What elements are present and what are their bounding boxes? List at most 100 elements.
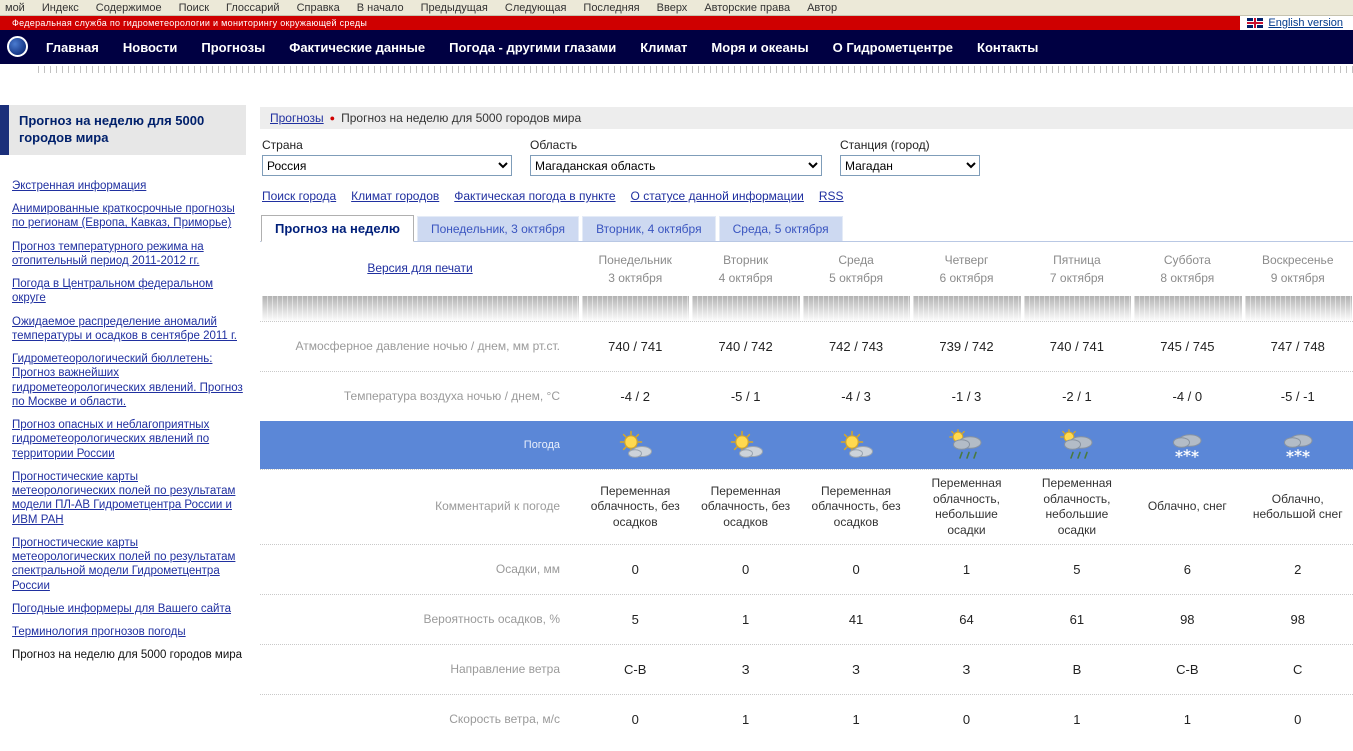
region-filter: Область Магаданская область [530, 138, 822, 176]
precip_probability-value: 5 [580, 595, 690, 644]
tab-day-3[interactable]: Среда, 5 октября [719, 216, 843, 241]
precip_probability-value: 98 [1132, 595, 1242, 644]
nav-item[interactable]: Климат [640, 40, 687, 55]
breadcrumb-bullet: ● [330, 114, 335, 123]
row-label-precipitation: Осадки, мм [260, 545, 580, 594]
sidebar-link[interactable]: Гидрометеорологический бюллетень: Прогно… [12, 352, 244, 409]
wind_speed-value: 1 [690, 695, 800, 744]
quick-link[interactable]: О статусе данной информации [631, 189, 804, 203]
tab-day-1[interactable]: Понедельник, 3 октября [417, 216, 579, 241]
gradient-segment [260, 296, 580, 321]
forecast-table-body: Атмосферное давление ночью / днем, мм рт… [260, 321, 1353, 744]
nav-item[interactable]: Фактические данные [289, 40, 425, 55]
nav-item[interactable]: Контакты [977, 40, 1038, 55]
snow-icon [1132, 421, 1242, 469]
sidebar-link[interactable]: Прогноз температурного режима на отопите… [12, 240, 244, 269]
ruler-strip [38, 64, 1353, 75]
toolbar-item[interactable]: Поиск [179, 2, 209, 14]
precip_probability-value: 64 [911, 595, 1021, 644]
print-version-link[interactable]: Версия для печати [367, 261, 472, 277]
toolbar-item[interactable]: Предыдущая [421, 2, 488, 14]
day-name: Четверг [945, 253, 989, 267]
breadcrumb-parent-link[interactable]: Прогнозы [270, 111, 324, 125]
pressure-value: 740 / 741 [580, 322, 690, 371]
day-name: Суббота [1164, 253, 1211, 267]
toolbar-item[interactable]: В начало [357, 2, 404, 14]
toolbar-item[interactable]: мой [5, 2, 25, 14]
sidebar-link[interactable]: Погодные информеры для Вашего сайта [12, 602, 244, 616]
row-label-pressure: Атмосферное давление ночью / днем, мм рт… [260, 322, 580, 371]
day-name: Вторник [723, 253, 768, 267]
toolbar-item[interactable]: Следующая [505, 2, 567, 14]
toolbar-item[interactable]: Индекс [42, 2, 79, 14]
region-select[interactable]: Магаданская область [530, 155, 822, 176]
page-body: Прогноз на неделю для 5000 городов мира … [0, 75, 1353, 751]
precip_probability-value: 61 [1022, 595, 1132, 644]
sidebar-current-item: Прогноз на неделю для 5000 городов мира [12, 648, 244, 662]
uk-flag-icon [1247, 18, 1263, 28]
country-select[interactable]: Россия [262, 155, 512, 176]
day-date: 6 октября [939, 271, 993, 285]
table-gradient-row [260, 296, 1353, 321]
sidebar-link[interactable]: Анимированные краткосрочные прогнозы по … [12, 202, 244, 231]
temperature-value: -5 / 1 [690, 372, 800, 421]
forecast-row-precip_probability: Вероятность осадков, %514164619898 [260, 594, 1353, 644]
station-select[interactable]: Магадан [840, 155, 980, 176]
comment-value: Переменная облачность, небольшие осадки [1022, 470, 1132, 544]
quick-link[interactable]: RSS [819, 189, 844, 203]
toolbar-item[interactable]: Глоссарий [226, 2, 280, 14]
tab-week-forecast[interactable]: Прогноз на неделю [261, 215, 414, 242]
english-version-link[interactable]: English version [1268, 17, 1343, 29]
sidebar-link[interactable]: Прогноз опасных и неблагоприятных гидром… [12, 418, 244, 461]
nav-item[interactable]: Главная [46, 40, 99, 55]
comment-value: Облачно, снег [1132, 470, 1242, 544]
forecast-table: Версия для печати Понедельник3 октябряВт… [260, 242, 1353, 744]
nav-item[interactable]: Моря и океаны [711, 40, 808, 55]
table-header-row: Версия для печати Понедельник3 октябряВт… [260, 242, 1353, 296]
row-label-temperature: Температура воздуха ночью / днем, °С [260, 372, 580, 421]
gradient-segment [801, 296, 911, 321]
comment-value: Облачно, небольшой снег [1243, 470, 1353, 544]
hydromet-logo-icon [7, 36, 28, 57]
agency-title: Федеральная служба по гидрометеорологии … [12, 18, 367, 28]
quick-link[interactable]: Фактическая погода в пункте [454, 189, 615, 203]
sidebar-link[interactable]: Прогностические карты метеорологических … [12, 536, 244, 593]
pressure-value: 747 / 748 [1243, 322, 1353, 371]
precipitation-value: 5 [1022, 545, 1132, 594]
nav-item[interactable]: Погода - другими глазами [449, 40, 616, 55]
nav-item[interactable]: О Гидрометцентре [833, 40, 953, 55]
sidebar-link[interactable]: Прогностические карты метеорологических … [12, 470, 244, 527]
sidebar-link[interactable]: Терминология прогнозов погоды [12, 625, 244, 639]
toolbar-item[interactable]: Автор [807, 2, 837, 14]
toolbar-item[interactable]: Последняя [583, 2, 639, 14]
quick-links: Поиск города Климат городов Фактическая по… [260, 178, 1353, 215]
toolbar-item[interactable]: Вверх [657, 2, 688, 14]
quick-link[interactable]: Поиск города [262, 189, 336, 203]
main-nav: Главная Новости Прогнозы Фактические данные… [0, 30, 1353, 64]
partly-cloudy-icon [580, 421, 690, 469]
wind_direction-value: С-В [1132, 645, 1242, 694]
quick-link[interactable]: Климат городов [351, 189, 439, 203]
breadcrumb: Прогнозы ● Прогноз на неделю для 5000 го… [260, 107, 1353, 129]
day-column-header: Пятница7 октября [1022, 242, 1132, 296]
day-date: 4 октября [719, 271, 773, 285]
nav-item[interactable]: Прогнозы [201, 40, 265, 55]
temperature-value: -1 / 3 [911, 372, 1021, 421]
gradient-segment [911, 296, 1021, 321]
forecast-row-weather: Погода [260, 421, 1353, 469]
sidebar-link[interactable]: Ожидаемое распределение аномалий темпера… [12, 315, 244, 344]
day-name: Среда [838, 253, 873, 267]
toolbar-item[interactable]: Содержимое [96, 2, 162, 14]
toolbar-item[interactable]: Авторские права [704, 2, 790, 14]
toolbar-item[interactable]: Справка [297, 2, 340, 14]
wind_speed-value: 1 [1132, 695, 1242, 744]
sidebar-link[interactable]: Погода в Центральном федеральном округе [12, 277, 244, 306]
wind_direction-value: С [1243, 645, 1353, 694]
sidebar-link[interactable]: Экстренная информация [12, 179, 244, 193]
row-label-wind_direction: Направление ветра [260, 645, 580, 694]
partly-cloudy-icon [690, 421, 800, 469]
main-nav-items: Главная Новости Прогнозы Фактические данные… [46, 40, 1038, 55]
temperature-value: -4 / 3 [801, 372, 911, 421]
nav-item[interactable]: Новости [123, 40, 178, 55]
tab-day-2[interactable]: Вторник, 4 октября [582, 216, 716, 241]
